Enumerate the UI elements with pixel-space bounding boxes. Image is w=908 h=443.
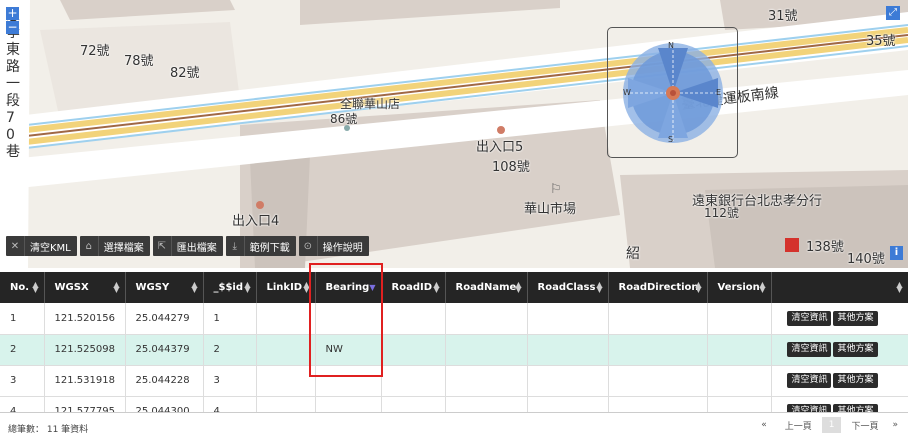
sort-icon: ▲ ▼: [695, 280, 702, 294]
sort-icon: ▲ ▼: [515, 280, 522, 294]
map-tiles: ⚐: [0, 0, 908, 268]
export-file-button[interactable]: ⇱ 匯出檔案: [152, 236, 223, 256]
address-35: 35號: [866, 34, 896, 49]
first-page-button[interactable]: «: [761, 420, 767, 430]
sample-download-button[interactable]: ⤓ 範例下載: [225, 236, 296, 256]
address-86: 86號: [330, 112, 358, 126]
col-roadname[interactable]: RoadName ▲ ▼: [445, 272, 528, 303]
market-label: 華山市場: [524, 202, 577, 217]
clear-info-button[interactable]: 清空資訊: [787, 373, 832, 388]
prev-page-button[interactable]: 上一頁: [785, 419, 812, 432]
table-row[interactable]: 3 121.531918 25.044228 3 清空資訊 其他方案: [0, 365, 908, 397]
street-label-shao: 紹: [626, 246, 640, 262]
total-count: 總筆數： 11 筆資料: [8, 425, 89, 435]
clear-info-button[interactable]: 清空資訊: [787, 342, 832, 357]
zoom-out-button[interactable]: −: [6, 21, 19, 34]
next-page-button[interactable]: 下一頁: [851, 419, 878, 432]
col-actions[interactable]: ▲ ▼: [771, 272, 908, 303]
compass-n: N: [668, 41, 674, 50]
bearing-highlight-box: [309, 263, 383, 377]
table-row-selected[interactable]: 2 121.525098 25.044379 2 NW 清空資訊 其他方案: [0, 334, 908, 366]
select-file-label: 選擇檔案: [103, 242, 144, 254]
compass-marker-box[interactable]: N S E W: [607, 27, 738, 158]
info-icon[interactable]: i: [890, 246, 903, 260]
address-112: 112號: [704, 206, 739, 220]
zoom-control: + −: [6, 7, 20, 35]
instructions-button[interactable]: ⊙ 操作說明: [298, 236, 369, 256]
col-wgsy[interactable]: WGSY ▲ ▼: [125, 272, 204, 303]
other-plan-button[interactable]: 其他方案: [833, 373, 878, 388]
address-31: 31號: [768, 9, 798, 24]
compass-e: E: [716, 88, 722, 97]
current-page[interactable]: 1: [821, 417, 842, 433]
sort-icon: ▲ ▼: [113, 280, 120, 294]
zoom-in-button[interactable]: +: [6, 7, 19, 20]
instructions-label: 操作說明: [322, 242, 363, 254]
address-78: 78號: [124, 54, 154, 69]
sort-icon: ▲ ▼: [244, 280, 251, 294]
export-file-label: 匯出檔案: [176, 242, 217, 254]
table-row[interactable]: 1 121.520156 25.044279 1 清空資訊 其他方案: [0, 303, 908, 335]
clear-kml-label: 清空KML: [30, 242, 71, 254]
last-page-button[interactable]: »: [892, 420, 898, 430]
folder-icon: ⌂: [80, 236, 99, 256]
download-icon: ⤓: [226, 236, 245, 256]
help-icon: ⊙: [299, 236, 318, 256]
col-roadclass[interactable]: RoadClass ▲ ▼: [527, 272, 609, 303]
address-108: 108號: [492, 160, 530, 175]
other-plan-button[interactable]: 其他方案: [833, 342, 878, 357]
select-file-button[interactable]: ⌂ 選擇檔案: [79, 236, 150, 256]
compass-s: S: [668, 135, 674, 144]
sort-icon: ▲ ▼: [32, 280, 39, 294]
pagination: « 上一頁 1 下一頁 »: [761, 417, 898, 433]
clear-kml-button[interactable]: ✕ 清空KML: [6, 236, 77, 256]
col-wgsx[interactable]: WGSX ▲ ▼: [44, 272, 126, 303]
col-linkid[interactable]: LinkID ▲ ▼: [256, 272, 316, 303]
address-72: 72號: [80, 44, 110, 59]
sort-icon: ▲ ▼: [596, 280, 603, 294]
compass-w: W: [623, 88, 631, 97]
exit4-label: 出入口4: [232, 214, 280, 229]
col-version[interactable]: Version ▲ ▼: [707, 272, 772, 303]
col-roaddirection[interactable]: RoadDirection ▲ ▼: [608, 272, 708, 303]
sort-icon: ▲ ▼: [896, 280, 903, 294]
exit5-label: 出入口5: [476, 140, 524, 155]
sample-download-label: 範例下載: [249, 242, 290, 254]
export-icon: ⇱: [153, 236, 172, 256]
table-header-row: No. ▲ ▼ WGSX ▲ ▼ WGSY ▲ ▼ _$$id ▲ ▼ LinkID ▲ ▼ Bea…: [0, 272, 908, 303]
svg-text:⚐: ⚐: [550, 182, 562, 197]
sort-icon: ▲ ▼: [433, 280, 440, 294]
table-footer: 總筆數： 11 筆資料 « 上一頁 1 下一頁 »: [0, 412, 908, 443]
map-view[interactable]: ⚐ 忠孝東路一段70巷 72號 78號 82號 31號 35號 全聯華山店 86…: [0, 0, 908, 268]
col-no[interactable]: No. ▲ ▼: [0, 272, 45, 303]
address-140: 140號: [847, 252, 885, 267]
map-toolbar: ✕ 清空KML ⌂ 選擇檔案 ⇱ 匯出檔案 ⤓ 範例下載 ⊙ 操作說明: [6, 236, 369, 256]
other-plan-button[interactable]: 其他方案: [833, 310, 878, 326]
col-id[interactable]: _$$id ▲ ▼: [203, 272, 257, 303]
col-roadid[interactable]: RoadID ▲ ▼: [381, 272, 446, 303]
data-table: No. ▲ ▼ WGSX ▲ ▼ WGSY ▲ ▼ _$$id ▲ ▼ LinkID ▲ ▼ Bea…: [0, 272, 908, 428]
clear-info-button[interactable]: 清空資訊: [787, 310, 832, 326]
address-82: 82號: [170, 66, 200, 81]
address-138: 138號: [806, 240, 844, 255]
close-icon: ✕: [6, 236, 25, 256]
sort-icon: ▲ ▼: [191, 280, 198, 294]
fullscreen-button[interactable]: ⤢: [886, 6, 900, 20]
sort-icon: ▲ ▼: [759, 280, 766, 294]
